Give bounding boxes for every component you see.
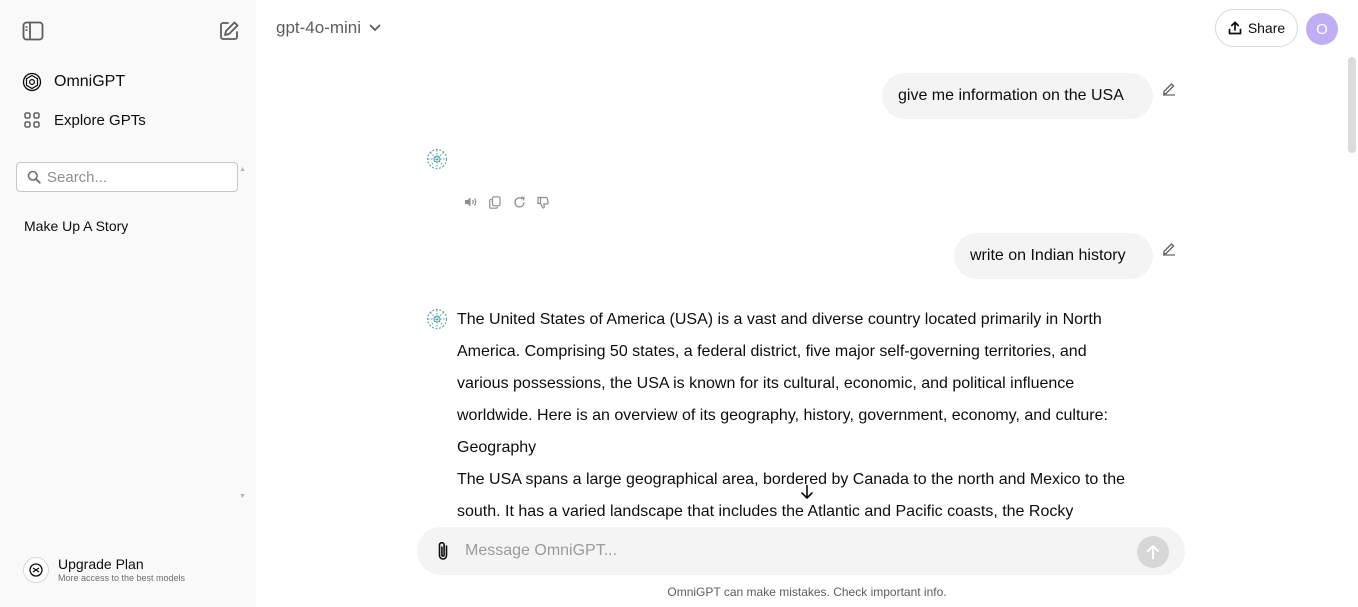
response-line: America. Comprising 50 states, a federal… <box>457 343 1087 360</box>
attach-paperclip-icon[interactable] <box>431 539 455 563</box>
arrow-down-icon <box>801 484 813 499</box>
scroll-to-bottom-button[interactable] <box>795 480 819 504</box>
send-button[interactable] <box>1137 536 1169 568</box>
app-window: OmniGPT Explore GPTs ▲ ▼ Make Up A Story… <box>0 0 1358 607</box>
read-aloud-icon[interactable] <box>463 194 479 210</box>
message-input[interactable] <box>465 540 1105 562</box>
arrow-up-icon <box>1147 545 1159 560</box>
assistant-logo-icon <box>425 147 449 171</box>
scroll-down-arrow-icon[interactable]: ▼ <box>239 493 246 500</box>
sidebar-item-label: OmniGPT <box>54 73 126 90</box>
search-icon <box>27 170 41 184</box>
upgrade-subtitle: More access to the best models <box>58 572 186 583</box>
model-selector[interactable]: gpt-4o-mini <box>276 16 381 40</box>
upgrade-title: Upgrade Plan <box>58 555 144 572</box>
sidebar-item-label: Explore GPTs <box>54 111 146 129</box>
share-icon <box>1228 21 1242 35</box>
user-avatar[interactable]: O <box>1306 13 1338 45</box>
search-input[interactable] <box>47 168 227 186</box>
share-button[interactable]: Share <box>1215 9 1298 47</box>
response-line: The United States of America (USA) is a … <box>457 311 1102 328</box>
history-item[interactable]: Make Up A Story <box>16 214 240 238</box>
chevron-down-icon <box>369 24 381 32</box>
response-heading: Geography <box>457 439 537 456</box>
copy-icon[interactable] <box>487 194 503 210</box>
search-box <box>16 162 238 192</box>
sidebar: OmniGPT Explore GPTs ▲ ▼ Make Up A Story… <box>0 0 256 607</box>
scroll-up-arrow-icon[interactable]: ▲ <box>239 166 246 173</box>
edit-message-icon[interactable] <box>1161 80 1177 96</box>
openai-logo-icon <box>16 66 48 98</box>
grid-icon <box>16 104 48 136</box>
model-name: gpt-4o-mini <box>276 18 362 37</box>
share-label: Share <box>1247 20 1286 36</box>
assistant-logo-icon <box>425 307 449 331</box>
user-message: give me information on the USA <box>882 73 1153 119</box>
sidebar-item-omnigpt[interactable]: OmniGPT <box>16 65 240 99</box>
message-composer <box>417 527 1185 575</box>
scrollbar-thumb[interactable] <box>1348 57 1356 153</box>
chat-scrollbar[interactable] <box>1346 55 1358 555</box>
upgrade-plan-button[interactable]: Upgrade Plan More access to the best mod… <box>16 552 240 588</box>
response-line: worldwide. Here is an overview of its ge… <box>457 407 1108 424</box>
disclaimer-text: OmniGPT can make mistakes. Check importa… <box>667 585 947 599</box>
message-actions <box>463 194 551 210</box>
user-message: write on Indian history <box>954 233 1153 279</box>
toggle-sidebar-icon[interactable] <box>21 19 45 43</box>
new-chat-icon[interactable] <box>217 19 241 43</box>
sidebar-item-explore-gpts[interactable]: Explore GPTs <box>16 103 240 137</box>
response-line: various possessions, the USA is known fo… <box>457 375 1075 392</box>
upgrade-icon <box>23 557 49 583</box>
regenerate-icon[interactable] <box>511 194 527 210</box>
thumbs-down-icon[interactable] <box>535 194 551 210</box>
edit-message-icon[interactable] <box>1161 240 1177 256</box>
